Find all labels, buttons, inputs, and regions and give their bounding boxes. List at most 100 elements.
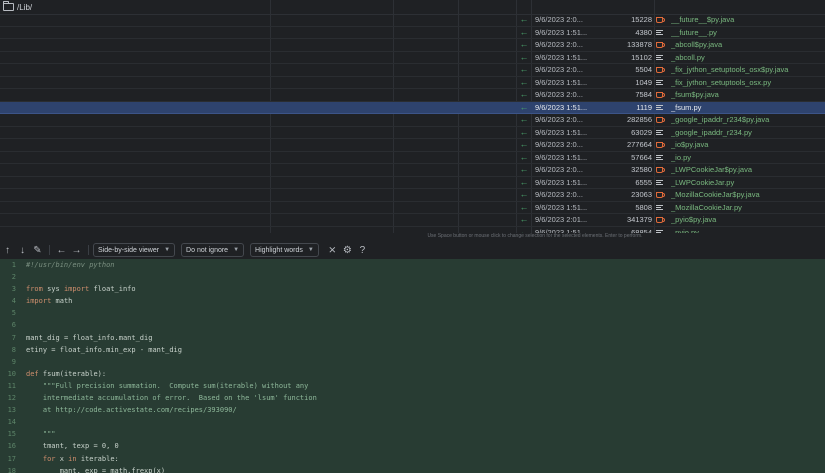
file-row[interactable]: ← 9/6/2023 1:51... 5808 _MozillaCookieJar.p… [0,202,825,214]
file-name: _MozillaCookieJar$py.java [671,190,760,199]
copy-left-arrow-icon[interactable]: ← [518,152,530,164]
file-name: _google_ipaddr_r234$py.java [671,115,770,124]
file-name: _LWPCookieJar.py [671,177,735,187]
viewer-mode-dropdown[interactable]: Side-by-side viewer ▼ [93,243,176,257]
java-cup-icon [656,139,666,151]
code-line: 10 def fsum(iterable): [0,368,825,380]
code-line: 4 import math [0,295,825,307]
copy-left-arrow-icon[interactable]: ← [518,139,530,151]
file-date: 9/6/2023 1:51... [535,27,588,37]
chevron-down-icon: ▼ [307,247,314,253]
file-name: __future__$py.java [671,15,735,24]
back-arrow-icon[interactable]: ← [54,245,69,256]
copy-left-arrow-icon[interactable]: ← [518,27,530,39]
line-number: 9 [11,357,16,366]
text-file-icon [656,102,666,114]
code-line: 11 """Full precision summation. Compute … [0,380,825,392]
java-cup-icon [656,214,666,226]
code-text: at http://code.activestate.com/recipes/3… [26,406,237,415]
file-size: 57664 [631,152,652,162]
code-line: 5 [0,307,825,319]
chevron-down-icon: ▼ [164,247,171,253]
file-compare-panel: /Lib/ ← 9/6/2023 2:0... 15228 __future__$py… [0,0,825,233]
line-number: 8 [11,345,16,354]
file-row[interactable]: ← 9/6/2023 2:0... 277664 _io$py.java [0,139,825,152]
file-row[interactable]: ← 9/6/2023 2:0... 15228 __future__$py.java [0,14,825,27]
text-file-icon [656,52,666,64]
file-size: 277664 [626,140,652,149]
copy-left-arrow-icon[interactable]: ← [518,214,530,226]
path-label: /Lib/ [17,2,33,12]
text-file-icon [656,27,666,39]
file-row[interactable]: ← 9/6/2023 1:51... 1119 _fsum.py [0,101,825,114]
copy-left-arrow-icon[interactable]: ← [518,52,530,64]
file-row[interactable]: ← 9/6/2023 2:0... 5504 _fix_jython_setuptoo… [0,64,825,77]
copy-left-arrow-icon[interactable]: ← [518,127,530,139]
settings-icon[interactable]: ⚙ [340,245,355,256]
file-name: _fix_jython_setuptools_osx$py.java [671,65,789,74]
file-row[interactable]: ← 9/6/2023 2:0... 282856 _google_ipaddr_r23… [0,114,825,127]
code-line: 3 from sys import float_info [0,283,825,295]
code-text: """ [26,430,56,439]
whitespace-dropdown[interactable]: Do not ignore ▼ [181,243,245,257]
file-row[interactable]: ← 9/6/2023 2:0... 7584 _fsum$py.java [0,89,825,102]
next-difference-icon[interactable]: ↓ [15,245,30,256]
collapse-icon[interactable]: ⨯ [325,245,340,256]
file-size: 5808 [635,202,652,212]
line-number: 16 [7,442,16,451]
prev-difference-icon[interactable]: ↑ [0,245,15,256]
copy-left-arrow-icon[interactable]: ← [518,89,530,101]
file-size: 6555 [635,177,652,187]
forward-arrow-icon[interactable]: → [69,245,84,256]
copy-left-arrow-icon[interactable]: ← [518,177,530,189]
code-text: import math [26,297,73,306]
file-name: _abcoll$py.java [671,40,723,49]
text-file-icon [656,152,666,164]
file-row[interactable]: ← 9/6/2023 1:51... 15102 _abcoll.py [0,52,825,64]
diff-toolbar: ↑ ↓ ✎ ← → Side-by-side viewer ▼ Do not ig… [0,241,825,259]
file-date: 9/6/2023 2:0... [535,165,583,174]
file-row[interactable]: ← 9/6/2023 2:0... 133878 _abcoll$py.java [0,39,825,52]
file-row[interactable]: ← 9/6/2023 1:51... 1049 _fix_jython_setupto… [0,77,825,89]
copy-left-arrow-icon[interactable]: ← [518,114,530,126]
text-file-icon [656,77,666,89]
copy-left-arrow-icon[interactable]: ← [518,39,530,51]
code-text: """Full precision summation. Compute sum… [26,381,309,390]
code-text: etiny = float_info.min_exp - mant_dig [26,345,182,354]
line-number: 17 [7,454,16,463]
file-size: 341379 [626,215,652,224]
copy-left-arrow-icon[interactable]: ← [518,202,530,214]
file-row[interactable]: ← 9/6/2023 2:01... 341379 _pyio$py.java [0,214,825,227]
copy-left-arrow-icon[interactable]: ← [518,164,530,176]
code-line: 13 at http://code.activestate.com/recipe… [0,404,825,416]
file-row[interactable]: ← 9/6/2023 2:0... 23063 _MozillaCookieJar$p… [0,189,825,202]
copy-left-arrow-icon[interactable]: ← [518,189,530,201]
file-date: 9/6/2023 1:51... [535,77,588,87]
file-row[interactable]: ← 9/6/2023 1:51... 63029 _google_ipaddr_r23… [0,127,825,139]
folder-icon [3,1,14,11]
text-file-icon [656,127,666,139]
file-name: _google_ipaddr_r234.py [671,127,752,137]
copy-left-arrow-icon[interactable]: ← [518,64,530,76]
file-size: 32580 [631,165,652,174]
file-row[interactable]: ← 9/6/2023 1:51... 57664 _io.py [0,152,825,164]
code-line: 9 [0,356,825,368]
file-size: 5504 [635,65,652,74]
file-date: 9/6/2023 2:0... [535,115,583,124]
file-size: 282856 [626,115,652,124]
help-icon[interactable]: ? [355,245,370,256]
code-line: 1 #!/usr/bin/env python [0,259,825,271]
highlight-dropdown[interactable]: Highlight words ▼ [250,243,319,257]
file-name: _pyio$py.java [671,215,717,224]
copy-left-arrow-icon[interactable]: ← [518,102,530,114]
code-diff-view[interactable]: 1 #!/usr/bin/env python 2 3 from sys import … [0,259,825,473]
file-row[interactable]: ← 9/6/2023 1:51... 4380 __future__.py [0,27,825,39]
file-row[interactable]: ← 9/6/2023 1:51... 6555 _LWPCookieJar.py [0,177,825,189]
file-row[interactable]: ← 9/6/2023 2:0... 32580 _LWPCookieJar$py.ja… [0,164,825,177]
code-text: mant_dig = float_info.mant_dig [26,333,153,342]
code-text: mant, exp = math.frexp(x) [59,466,166,473]
copy-left-arrow-icon[interactable]: ← [518,14,530,26]
copy-left-arrow-icon[interactable]: ← [518,77,530,89]
edit-icon[interactable]: ✎ [30,245,45,256]
java-cup-icon [656,89,666,101]
